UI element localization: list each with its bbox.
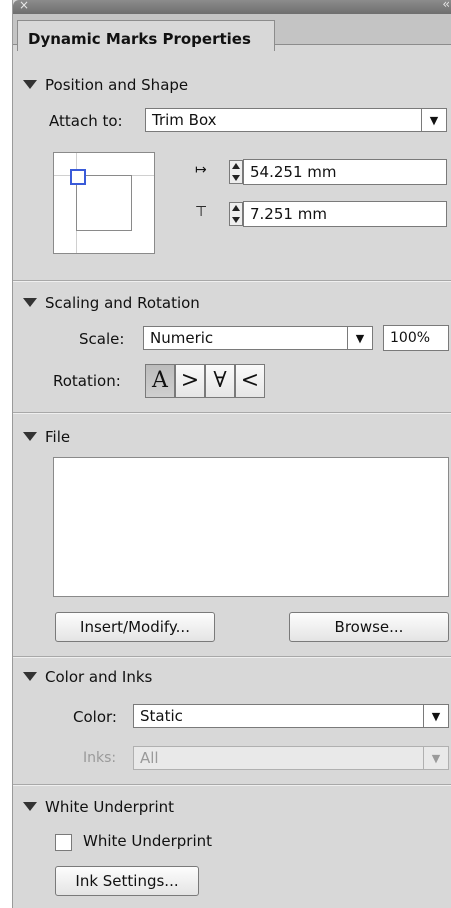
browse-button[interactable]: Browse...: [289, 612, 449, 642]
spin-up-icon[interactable]: [232, 163, 240, 169]
chevron-down-icon[interactable]: ▼: [347, 327, 372, 349]
chevron-down-icon[interactable]: ▼: [423, 705, 448, 727]
attach-to-dropdown[interactable]: Trim Box ▼: [145, 108, 447, 132]
rotation-0-button[interactable]: A: [145, 364, 175, 398]
inks-label: Inks:: [83, 750, 117, 766]
tab-dynamic-marks-properties[interactable]: Dynamic Marks Properties: [17, 20, 275, 51]
disclosure-triangle-icon: [23, 80, 37, 89]
color-dropdown[interactable]: Static ▼: [133, 704, 449, 728]
disclosure-triangle-icon: [23, 298, 37, 307]
vertical-offset-input[interactable]: 7.251 mm: [243, 201, 447, 227]
color-value: Static: [140, 707, 183, 725]
vertical-offset-stepper[interactable]: [229, 202, 243, 226]
section-white-underprint[interactable]: White Underprint: [23, 798, 174, 816]
chevron-down-icon: ▼: [423, 747, 448, 769]
collapse-icon[interactable]: ‹‹: [442, 0, 449, 11]
vertical-offset-icon: ⊤: [195, 204, 208, 220]
section-divider: [13, 280, 451, 282]
section-heading: Position and Shape: [45, 76, 189, 94]
inks-value: All: [140, 749, 159, 767]
rotation-90-button[interactable]: >: [175, 364, 205, 398]
position-preview-box[interactable]: [53, 152, 155, 254]
close-icon[interactable]: ×: [19, 0, 29, 12]
spin-up-icon[interactable]: [232, 205, 240, 211]
panel-titlebar: × ‹‹: [13, 0, 451, 14]
section-heading: White Underprint: [45, 798, 175, 816]
insert-modify-button[interactable]: Insert/Modify...: [55, 612, 215, 642]
disclosure-triangle-icon: [23, 672, 37, 681]
scale-label: Scale:: [79, 330, 125, 348]
attach-to-value: Trim Box: [152, 111, 217, 129]
rotation-label: Rotation:: [53, 372, 121, 390]
section-heading: Color and Inks: [45, 668, 153, 686]
white-underprint-checkbox-label[interactable]: White Underprint: [83, 832, 212, 850]
file-preview-area[interactable]: [53, 457, 449, 597]
section-divider: [13, 656, 451, 658]
ink-settings-button[interactable]: Ink Settings...: [55, 866, 199, 896]
horizontal-offset-icon: ↦: [195, 162, 207, 178]
scale-value: Numeric: [150, 329, 214, 347]
section-divider: [13, 412, 451, 414]
chevron-down-icon[interactable]: ▼: [421, 109, 446, 131]
section-heading: Scaling and Rotation: [45, 294, 200, 312]
section-scaling-and-rotation[interactable]: Scaling and Rotation: [23, 294, 200, 312]
scale-percent-input[interactable]: 100%: [383, 325, 449, 351]
spin-down-icon[interactable]: [232, 217, 240, 223]
section-heading: File: [45, 428, 71, 446]
disclosure-triangle-icon: [23, 432, 37, 441]
horizontal-offset-input[interactable]: 54.251 mm: [243, 159, 447, 185]
white-underprint-checkbox[interactable]: [55, 834, 72, 851]
section-position-and-shape[interactable]: Position and Shape: [23, 76, 188, 94]
preview-mark-square: [70, 169, 86, 185]
spin-down-icon[interactable]: [232, 175, 240, 181]
attach-to-label: Attach to:: [49, 112, 123, 130]
section-divider: [13, 784, 451, 786]
section-color-and-inks[interactable]: Color and Inks: [23, 668, 152, 686]
rotation-270-button[interactable]: <: [235, 364, 265, 398]
scale-dropdown[interactable]: Numeric ▼: [143, 326, 373, 350]
rotation-180-button[interactable]: ∀: [205, 364, 235, 398]
dynamic-marks-panel: × ‹‹ Dynamic Marks Properties Position a…: [12, 0, 451, 908]
color-label: Color:: [73, 708, 117, 726]
section-file[interactable]: File: [23, 428, 70, 446]
inks-dropdown: All ▼: [133, 746, 449, 770]
horizontal-offset-stepper[interactable]: [229, 160, 243, 184]
disclosure-triangle-icon: [23, 802, 37, 811]
